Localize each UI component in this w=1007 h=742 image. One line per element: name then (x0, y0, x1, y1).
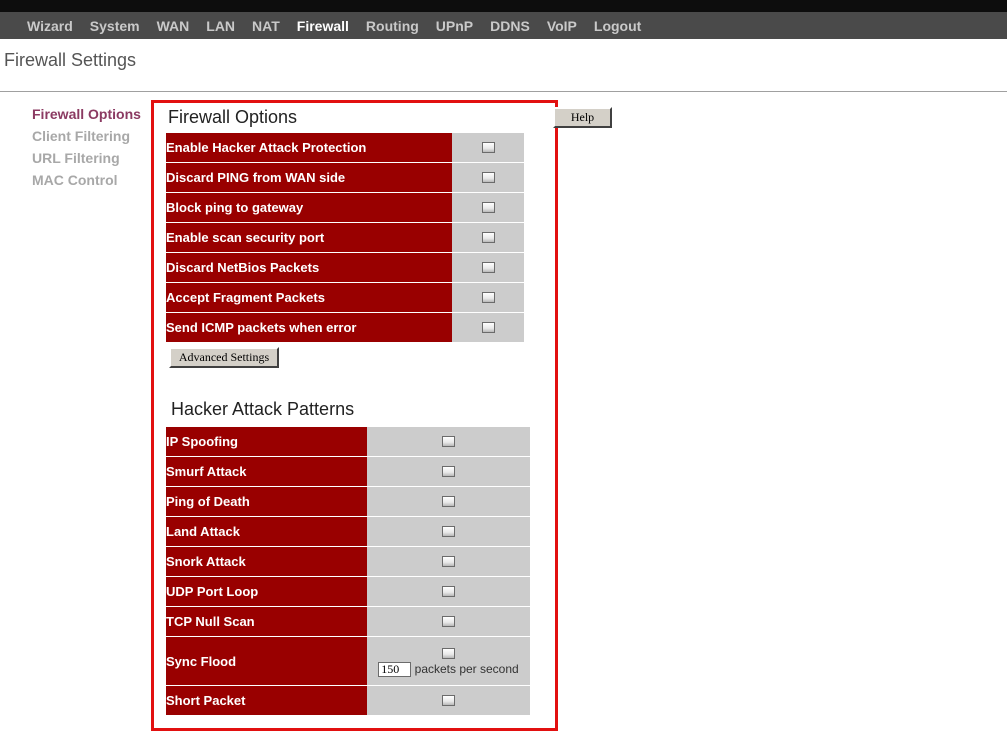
firewall-options-title: Firewall Options (168, 107, 298, 127)
sidenav-mac-control[interactable]: MAC Control (32, 172, 141, 194)
option-label: Discard PING from WAN side (166, 163, 452, 193)
checkbox[interactable] (481, 171, 495, 183)
top-strip (0, 0, 1007, 12)
pattern-label: IP Spoofing (166, 427, 367, 457)
pattern-row: Smurf Attack (166, 457, 530, 487)
pattern-label: TCP Null Scan (166, 607, 367, 637)
checkbox[interactable] (442, 648, 455, 660)
pattern-label: Land Attack (166, 517, 367, 547)
nav-system[interactable]: System (90, 18, 140, 34)
checkbox[interactable] (442, 435, 455, 447)
pattern-label: Snork Attack (166, 547, 367, 577)
sidenav-url-filtering[interactable]: URL Filtering (32, 150, 141, 172)
checkbox[interactable] (481, 141, 495, 153)
checkbox[interactable] (442, 585, 455, 597)
nav-firewall[interactable]: Firewall (297, 18, 349, 34)
pattern-label: Short Packet (166, 686, 367, 716)
pattern-row: IP Spoofing (166, 427, 530, 457)
nav-logout[interactable]: Logout (594, 18, 641, 34)
nav-routing[interactable]: Routing (366, 18, 419, 34)
option-row: Enable Hacker Attack Protection (166, 133, 524, 163)
top-nav: Wizard System WAN LAN NAT Firewall Routi… (0, 12, 1007, 39)
nav-nat[interactable]: NAT (252, 18, 280, 34)
pattern-label: Ping of Death (166, 487, 367, 517)
sync-flood-rate-input[interactable] (378, 662, 412, 678)
checkbox[interactable] (481, 261, 495, 273)
help-button[interactable]: Help (553, 107, 612, 128)
side-nav: Firewall Options Client Filtering URL Fi… (32, 106, 141, 194)
sidenav-client-filtering[interactable]: Client Filtering (32, 128, 141, 150)
option-row: Discard NetBios Packets (166, 253, 524, 283)
hacker-patterns-title: Hacker Attack Patterns (171, 399, 355, 419)
sync-flood-unit: packets per second (414, 661, 519, 676)
checkbox[interactable] (442, 694, 455, 706)
checkbox[interactable] (442, 465, 455, 477)
pattern-label: Smurf Attack (166, 457, 367, 487)
checkbox[interactable] (481, 321, 495, 333)
pattern-label: UDP Port Loop (166, 577, 367, 607)
pattern-row: Short Packet (166, 686, 530, 716)
option-label: Enable scan security port (166, 223, 452, 253)
option-row: Send ICMP packets when error (166, 313, 524, 343)
option-row: Block ping to gateway (166, 193, 524, 223)
checkbox[interactable] (481, 231, 495, 243)
pattern-row-sync-flood: Sync Flood packets per second (166, 637, 530, 686)
nav-ddns[interactable]: DDNS (490, 18, 530, 34)
nav-wan[interactable]: WAN (157, 18, 190, 34)
option-label: Accept Fragment Packets (166, 283, 452, 313)
option-row: Enable scan security port (166, 223, 524, 253)
sidenav-firewall-options[interactable]: Firewall Options (32, 106, 141, 128)
title-divider (0, 91, 1007, 92)
pattern-row: Land Attack (166, 517, 530, 547)
option-label: Send ICMP packets when error (166, 313, 452, 343)
advanced-settings-button[interactable]: Advanced Settings (169, 347, 279, 368)
option-label: Enable Hacker Attack Protection (166, 133, 452, 163)
page-title: Firewall Settings (4, 50, 137, 70)
firewall-options-table: Enable Hacker Attack Protection Discard … (166, 133, 524, 343)
nav-lan[interactable]: LAN (206, 18, 235, 34)
option-label: Block ping to gateway (166, 193, 452, 223)
checkbox[interactable] (442, 555, 455, 567)
checkbox[interactable] (442, 615, 455, 627)
pattern-label: Sync Flood (166, 637, 367, 686)
sync-flood-rate: packets per second (367, 661, 530, 678)
option-row: Discard PING from WAN side (166, 163, 524, 193)
nav-upnp[interactable]: UPnP (436, 18, 473, 34)
pattern-row: TCP Null Scan (166, 607, 530, 637)
checkbox[interactable] (442, 525, 455, 537)
pattern-row: Ping of Death (166, 487, 530, 517)
checkbox[interactable] (442, 495, 455, 507)
nav-wizard[interactable]: Wizard (27, 18, 73, 34)
checkbox[interactable] (481, 201, 495, 213)
pattern-row: UDP Port Loop (166, 577, 530, 607)
nav-voip[interactable]: VoIP (547, 18, 577, 34)
pattern-row: Snork Attack (166, 547, 530, 577)
checkbox[interactable] (481, 291, 495, 303)
hacker-patterns-table: IP Spoofing Smurf Attack Ping of Death L… (166, 427, 530, 716)
option-row: Accept Fragment Packets (166, 283, 524, 313)
option-label: Discard NetBios Packets (166, 253, 452, 283)
